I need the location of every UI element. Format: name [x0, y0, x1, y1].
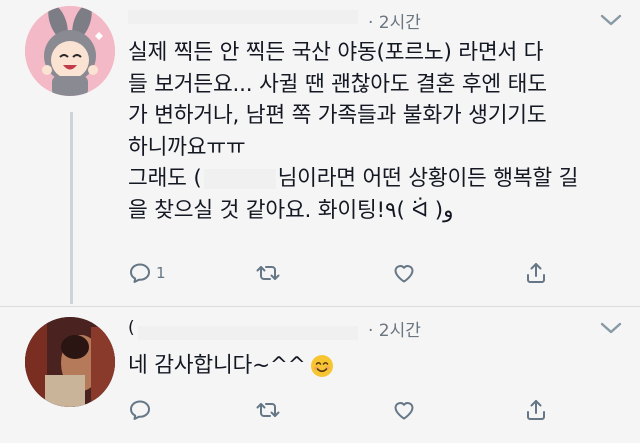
like-icon — [394, 402, 414, 420]
share-button[interactable] — [524, 397, 548, 423]
reply-count: 1 — [156, 264, 166, 282]
line-suffix: 님이라면 어떤 상황이든 행복할 길 — [277, 166, 579, 191]
thread-line — [70, 112, 73, 304]
avatar[interactable] — [25, 6, 115, 96]
share-icon — [527, 400, 545, 420]
reply-icon — [130, 263, 150, 283]
tweet-1[interactable]: · 2시간 실제 찍든 안 찍든 국산 야동(포르노) 라면서 다 들 보거든요… — [0, 0, 640, 307]
chevron-down-icon[interactable] — [600, 321, 622, 335]
chevron-down-icon[interactable] — [600, 13, 622, 27]
smiling-face-emoji — [310, 355, 333, 377]
share-button[interactable] — [524, 260, 548, 286]
share-icon — [527, 263, 545, 283]
tweet-line: 들 보거든요... 사귈 땐 괜찮아도 결혼 후엔 태도 — [128, 71, 547, 97]
author-name-redacted — [138, 326, 358, 340]
tweet-text: 네 감사합니다~^^ — [128, 350, 334, 382]
retweet-button[interactable] — [256, 260, 280, 286]
retweet-button[interactable] — [256, 397, 280, 423]
tweet-line: 그래도 ( 님이라면 어떤 상황이든 행복할 길 — [128, 163, 578, 195]
timestamp[interactable]: · 2시간 — [368, 316, 421, 341]
action-bar — [128, 397, 568, 423]
like-icon — [394, 265, 414, 283]
retweet-icon — [256, 266, 280, 280]
tweet-line: 을 찾으실 것 같아요. 화이팅!٩( ᐛ )و — [128, 197, 454, 223]
avatar[interactable] — [25, 317, 115, 407]
author-name-redacted — [128, 10, 358, 24]
tweet-line: 실제 찍든 안 찍든 국산 야동(포르노) 라면서 다 — [128, 40, 544, 65]
action-bar: 1 — [128, 260, 568, 286]
bunny-character-icon — [25, 6, 115, 96]
tweet-line: 하니까요ㅠㅠ — [128, 134, 246, 160]
tweet-line: 네 감사합니다~^^ — [128, 353, 306, 378]
reply-icon — [130, 400, 150, 420]
like-button[interactable] — [392, 397, 416, 423]
tweet-line: 가 변하거나, 남편 쪽 가족들과 불화가 생기기도 — [128, 103, 547, 128]
tweet-text: 실제 찍든 안 찍든 국산 야동(포르노) 라면서 다 들 보거든요... 사귈… — [128, 37, 578, 226]
timestamp[interactable]: · 2시간 — [368, 8, 421, 33]
like-button[interactable] — [392, 260, 416, 286]
redacted-name — [203, 169, 276, 189]
line-prefix: 그래도 ( — [128, 166, 202, 191]
reply-button[interactable]: 1 — [128, 260, 166, 286]
retweet-icon — [256, 403, 280, 417]
profile-photo-icon — [25, 317, 115, 407]
reply-button[interactable] — [128, 397, 152, 423]
handle-fragment: ( — [128, 318, 135, 338]
